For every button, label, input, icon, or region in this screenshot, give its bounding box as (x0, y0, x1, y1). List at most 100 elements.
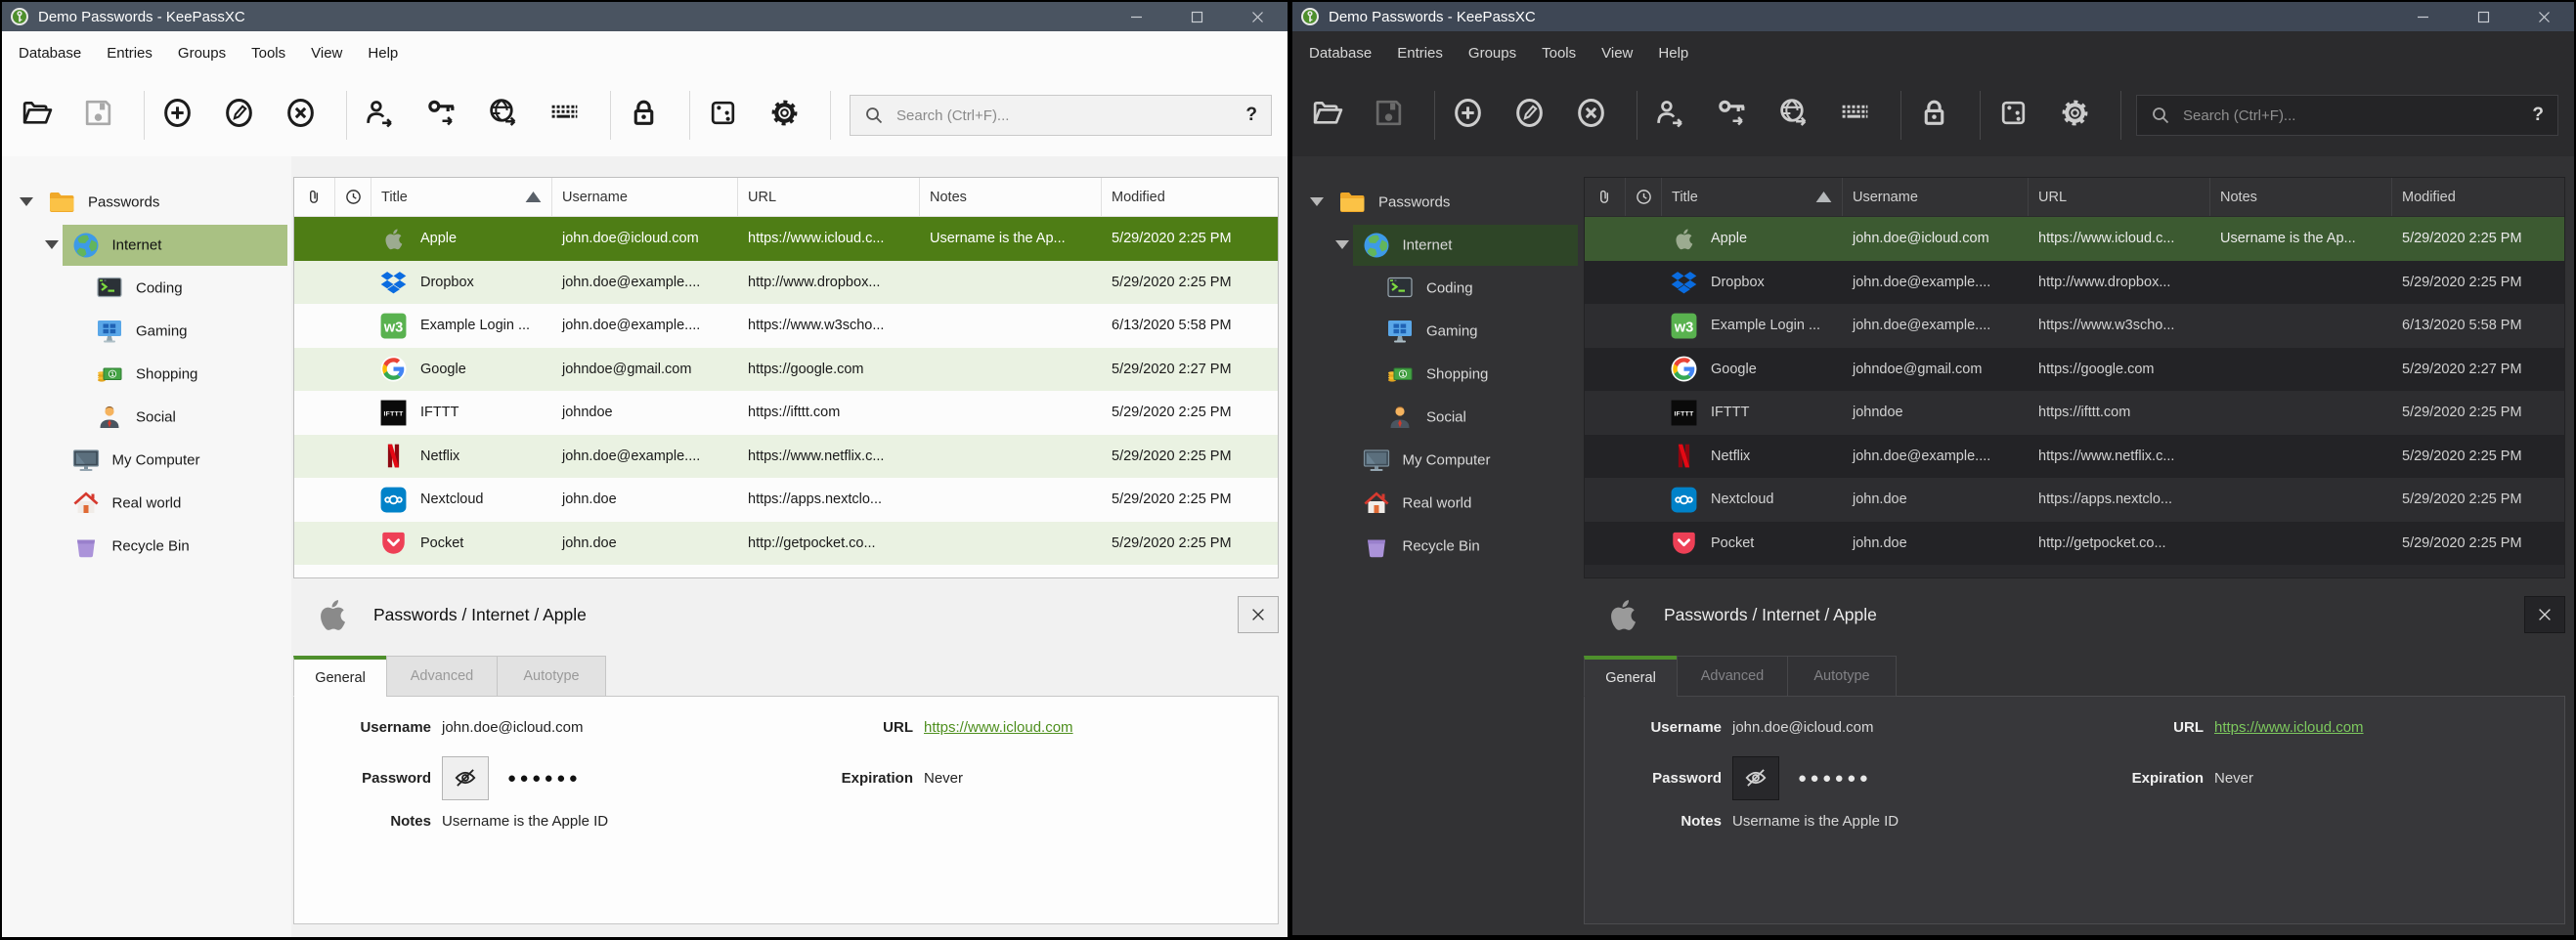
titlebar[interactable]: Demo Passwords - KeePassXC (1292, 2, 2574, 31)
entry-row-dropbox[interactable]: Dropboxjohn.doe@example....http://www.dr… (1585, 261, 2564, 305)
password-generator-button[interactable] (704, 94, 741, 137)
column-title[interactable]: Title (1662, 178, 1843, 216)
sidebar-item-gaming[interactable]: Gaming (2, 310, 291, 353)
entry-row-pocket[interactable]: Pocketjohn.doehttp://getpocket.co...5/29… (1585, 522, 2564, 566)
delete-entry-button[interactable] (282, 94, 319, 137)
entry-row-apple[interactable]: Applejohn.doe@icloud.comhttps://www.iclo… (1585, 217, 2564, 261)
tab-advanced[interactable]: Advanced (1677, 656, 1788, 697)
entry-row-ifttt[interactable]: IFTTTIFTTTjohndoehttps://ifttt.com5/29/2… (1585, 391, 2564, 435)
minimize-button[interactable] (2392, 2, 2453, 31)
url-value-link[interactable]: https://www.icloud.com (924, 719, 1073, 736)
lock-database-button[interactable] (625, 94, 662, 137)
sidebar-item-shopping[interactable]: 1Shopping (2, 353, 291, 396)
sidebar-item-internet[interactable]: Internet (1292, 224, 1582, 267)
sidebar-item-gaming[interactable]: Gaming (1292, 310, 1582, 353)
maximize-button[interactable] (1166, 2, 1227, 31)
add-entry-button[interactable] (1449, 94, 1486, 137)
column-modified[interactable]: Modified (2392, 178, 2564, 216)
sidebar-item-social[interactable]: Social (2, 396, 291, 439)
menu-view[interactable]: View (298, 45, 355, 62)
close-button[interactable] (1227, 2, 1288, 31)
sidebar-item-real-world[interactable]: Real world (1292, 482, 1582, 525)
menu-tools[interactable]: Tools (239, 45, 298, 62)
column-notes[interactable]: Notes (2210, 178, 2392, 216)
titlebar[interactable]: Demo Passwords - KeePassXC (2, 2, 1288, 31)
delete-entry-button[interactable] (1572, 94, 1609, 137)
entry-row-google[interactable]: Googlejohndoe@gmail.comhttps://google.co… (1585, 348, 2564, 392)
tab-general[interactable]: General (1584, 656, 1678, 697)
perform-autotype-button[interactable] (546, 94, 583, 137)
column-expiry[interactable] (335, 178, 371, 216)
toggle-password-visibility-button[interactable] (1732, 756, 1779, 800)
column-expiry[interactable] (1626, 178, 1662, 216)
column-url[interactable]: URL (2029, 178, 2210, 216)
column-notes[interactable]: Notes (920, 178, 1102, 216)
tree-expand-arrow-icon[interactable] (1335, 240, 1349, 249)
column-attachment[interactable] (1585, 178, 1626, 216)
menu-groups[interactable]: Groups (165, 45, 239, 62)
copy-password-button[interactable] (422, 94, 459, 137)
entry-row-ifttt[interactable]: IFTTTIFTTTjohndoehttps://ifttt.com5/29/2… (294, 391, 1278, 435)
sidebar-item-recycle-bin[interactable]: Recycle Bin (2, 525, 291, 568)
sidebar-item-real-world[interactable]: Real world (2, 482, 291, 525)
perform-autotype-button[interactable] (1836, 94, 1873, 137)
copy-username-button[interactable] (1651, 94, 1688, 137)
entry-row-example-login[interactable]: w3Example Login ...john.doe@example....h… (294, 304, 1278, 348)
tab-autotype[interactable]: Autotype (1787, 656, 1897, 697)
settings-button[interactable] (2056, 94, 2093, 137)
menu-entries[interactable]: Entries (1384, 45, 1456, 62)
password-generator-button[interactable] (1994, 94, 2031, 137)
sidebar-item-passwords[interactable]: Passwords (2, 181, 291, 224)
sidebar-item-social[interactable]: Social (1292, 396, 1582, 439)
sidebar-item-recycle-bin[interactable]: Recycle Bin (1292, 525, 1582, 568)
open-database-button[interactable] (1308, 94, 1345, 137)
menu-help[interactable]: Help (355, 45, 411, 62)
menu-database[interactable]: Database (6, 45, 94, 62)
tree-expand-arrow-icon[interactable] (45, 240, 59, 249)
tab-autotype[interactable]: Autotype (497, 656, 606, 697)
sidebar-item-my-computer[interactable]: My Computer (2, 439, 291, 482)
column-modified[interactable]: Modified (1102, 178, 1278, 216)
entry-row-google[interactable]: Googlejohndoe@gmail.comhttps://google.co… (294, 348, 1278, 392)
edit-entry-button[interactable] (220, 94, 257, 137)
search-help-button[interactable]: ? (1245, 105, 1257, 126)
settings-button[interactable] (765, 94, 803, 137)
column-title[interactable]: Title (371, 178, 552, 216)
menu-tools[interactable]: Tools (1529, 45, 1589, 62)
tab-general[interactable]: General (293, 656, 387, 697)
save-database-button[interactable] (1370, 94, 1407, 137)
toggle-password-visibility-button[interactable] (442, 756, 489, 800)
entry-row-netflix[interactable]: Netflixjohn.doe@example....https://www.n… (294, 435, 1278, 479)
copy-password-button[interactable] (1713, 94, 1750, 137)
copy-username-button[interactable] (361, 94, 398, 137)
edit-entry-button[interactable] (1510, 94, 1548, 137)
save-database-button[interactable] (79, 94, 116, 137)
column-username[interactable]: Username (1843, 178, 2029, 216)
menu-groups[interactable]: Groups (1456, 45, 1529, 62)
menu-help[interactable]: Help (1645, 45, 1701, 62)
entry-row-pocket[interactable]: Pocketjohn.doehttp://getpocket.co...5/29… (294, 522, 1278, 566)
tree-expand-arrow-icon[interactable] (20, 197, 33, 206)
menu-entries[interactable]: Entries (94, 45, 165, 62)
search-input[interactable]: Search (Ctrl+F)... ? (850, 95, 1272, 136)
menu-view[interactable]: View (1589, 45, 1645, 62)
sidebar-item-coding[interactable]: Coding (1292, 267, 1582, 310)
column-attachment[interactable] (294, 178, 335, 216)
entry-row-apple[interactable]: Applejohn.doe@icloud.comhttps://www.iclo… (294, 217, 1278, 261)
search-input[interactable]: Search (Ctrl+F)... ? (2136, 95, 2558, 136)
tree-expand-arrow-icon[interactable] (1310, 197, 1324, 206)
lock-database-button[interactable] (1915, 94, 1952, 137)
entry-row-nextcloud[interactable]: Nextcloudjohn.doehttps://apps.nextclo...… (294, 478, 1278, 522)
tab-advanced[interactable]: Advanced (386, 656, 498, 697)
add-entry-button[interactable] (158, 94, 196, 137)
close-button[interactable] (2513, 2, 2574, 31)
minimize-button[interactable] (1106, 2, 1166, 31)
open-url-button[interactable] (484, 94, 521, 137)
sidebar-item-shopping[interactable]: 1Shopping (1292, 353, 1582, 396)
open-url-button[interactable] (1774, 94, 1812, 137)
maximize-button[interactable] (2453, 2, 2513, 31)
sidebar-item-passwords[interactable]: Passwords (1292, 181, 1582, 224)
entry-row-example-login[interactable]: w3Example Login ...john.doe@example....h… (1585, 304, 2564, 348)
sidebar-item-my-computer[interactable]: My Computer (1292, 439, 1582, 482)
column-username[interactable]: Username (552, 178, 738, 216)
